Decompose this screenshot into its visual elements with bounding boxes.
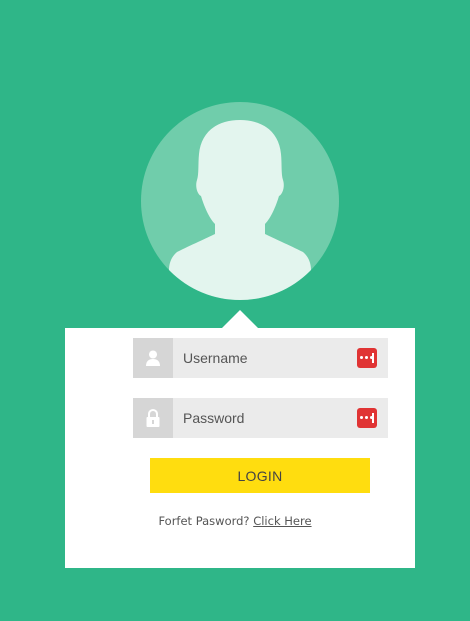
forgot-password-row: Forfet Pasword? Click Here <box>25 514 445 528</box>
user-silhouette-icon <box>169 120 311 300</box>
username-input[interactable] <box>173 338 357 378</box>
lock-icon <box>133 398 173 438</box>
password-manager-icon[interactable] <box>357 408 377 428</box>
username-field <box>133 338 388 378</box>
forgot-password-text: Forfet Pasword? <box>158 514 250 528</box>
password-input[interactable] <box>173 398 357 438</box>
avatar <box>141 102 339 300</box>
card-pointer <box>222 310 258 328</box>
click-here-link[interactable]: Click Here <box>253 514 311 528</box>
user-icon <box>133 338 173 378</box>
login-button[interactable]: LOGIN <box>150 458 370 493</box>
password-manager-icon[interactable] <box>357 348 377 368</box>
password-field <box>133 398 388 438</box>
